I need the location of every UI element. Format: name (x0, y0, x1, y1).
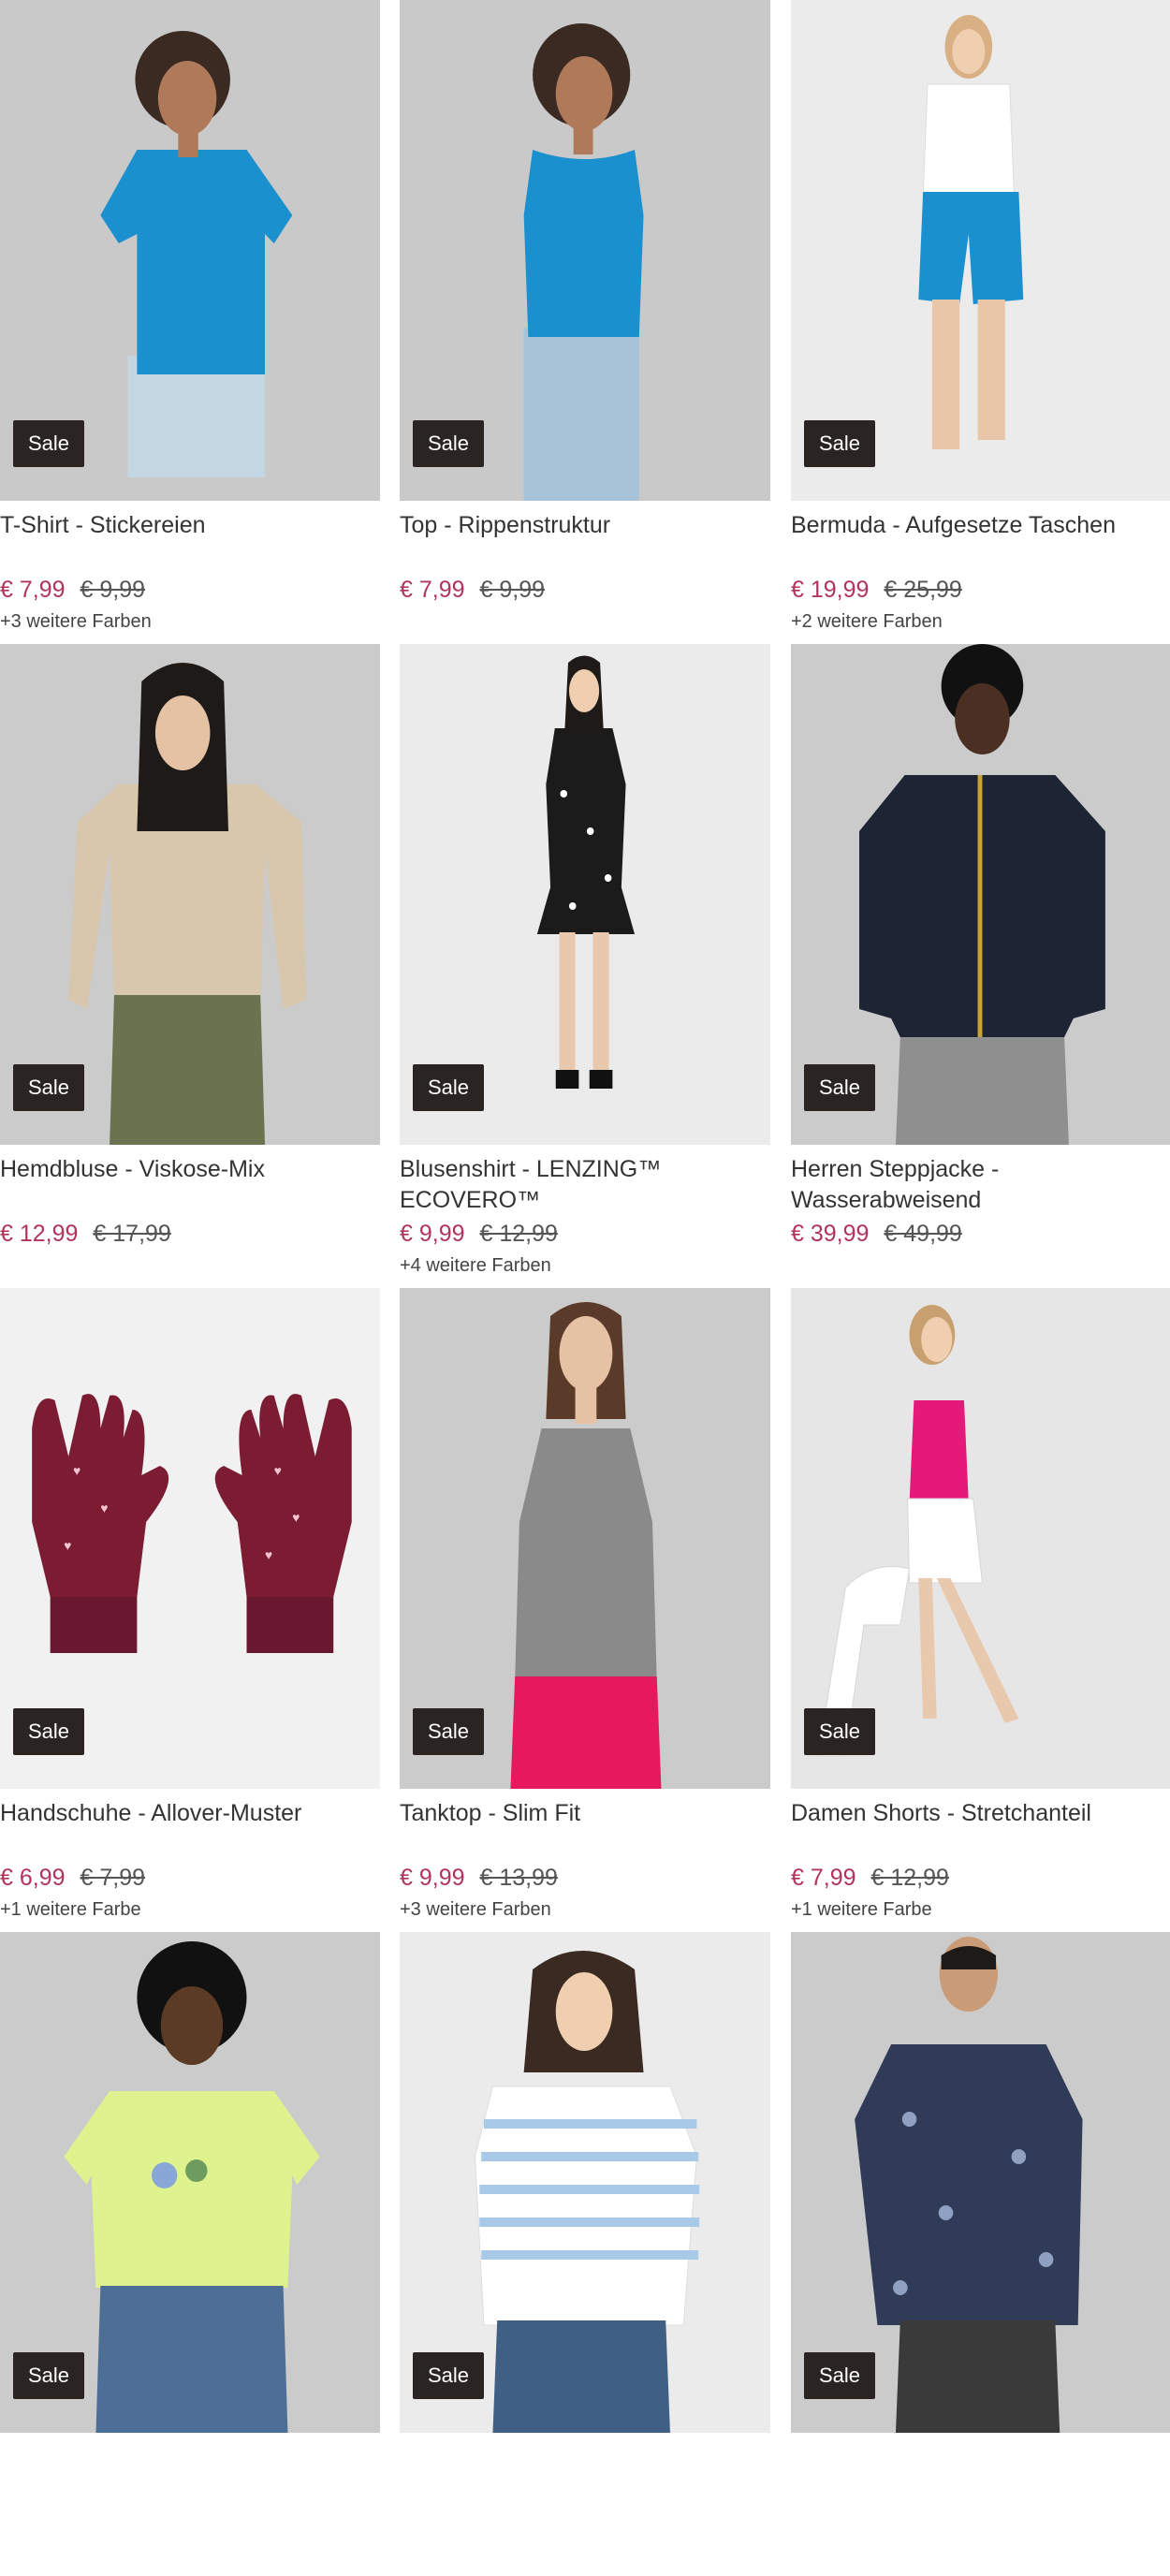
product-card[interactable]: Sale (0, 1932, 389, 2576)
product-card[interactable]: Sale Tanktop - Slim Fit € 9,99 € 13,99 +… (389, 1288, 781, 1932)
product-image[interactable]: Sale (400, 1288, 770, 1789)
sale-badge: Sale (804, 1064, 876, 1111)
product-image[interactable]: Sale (400, 0, 770, 501)
product-title[interactable]: Handschuhe - Allover-Muster (0, 1798, 380, 1860)
product-image[interactable]: Sale (0, 1932, 380, 2433)
product-card[interactable]: Sale T-Shirt - Stickereien € 7,99 € 9,99… (0, 0, 389, 644)
sale-price: € 12,99 (0, 1221, 79, 1247)
sale-badge: Sale (413, 1708, 485, 1755)
product-title[interactable]: Damen Shorts - Stretchanteil (791, 1798, 1170, 1860)
product-card[interactable]: Sale Blusenshirt - LENZING™ ECOVERO™ € 9… (389, 644, 781, 1288)
sale-price: € 39,99 (791, 1221, 870, 1247)
product-title[interactable]: Tanktop - Slim Fit (400, 1798, 770, 1860)
sale-badge: Sale (804, 420, 876, 467)
sale-price: € 9,99 (400, 1865, 465, 1891)
product-card[interactable]: Sale Bermuda - Aufgesetze Taschen € 19,9… (781, 0, 1170, 644)
svg-text:♥: ♥ (265, 1547, 272, 1562)
product-title[interactable]: Herren Steppjacke - Wasserabweisend (791, 1154, 1170, 1216)
product-image[interactable]: Sale (791, 1932, 1170, 2433)
original-price: € 13,99 (479, 1865, 558, 1891)
product-title[interactable]: T-Shirt - Stickereien (0, 510, 380, 572)
product-card[interactable]: Sale Herren Steppjacke - Wasserabweisend… (781, 644, 1170, 1288)
more-colors[interactable]: +3 weitere Farben (400, 1899, 770, 1921)
sale-badge: Sale (413, 420, 485, 467)
original-price: € 25,99 (884, 577, 962, 603)
original-price: € 12,99 (479, 1221, 558, 1247)
sale-badge: Sale (13, 420, 85, 467)
product-title[interactable]: Blusenshirt - LENZING™ ECOVERO™ (400, 1154, 770, 1216)
sale-price: € 7,99 (0, 577, 66, 603)
original-price: € 9,99 (80, 577, 146, 603)
original-price: € 49,99 (884, 1221, 962, 1247)
more-colors[interactable]: +4 weitere Farben (400, 1255, 770, 1277)
product-card[interactable]: Sale Hemdbluse - Viskose-Mix € 12,99 € 1… (0, 644, 389, 1288)
product-card[interactable]: Sale Damen Shorts - Stretchanteil € 7,99… (781, 1288, 1170, 1932)
product-title[interactable]: Top - Rippenstruktur (400, 510, 770, 572)
original-price: € 17,99 (93, 1221, 171, 1247)
original-price: € 7,99 (80, 1865, 146, 1891)
more-colors[interactable]: +1 weitere Farbe (791, 1899, 1170, 1921)
price-row: € 7,99 € 9,99 (400, 577, 770, 604)
sale-badge: Sale (413, 2352, 485, 2399)
sale-price: € 7,99 (791, 1865, 856, 1891)
price-row: € 12,99 € 17,99 (0, 1221, 380, 1248)
more-colors[interactable]: +3 weitere Farben (0, 611, 380, 633)
product-image[interactable]: ♥ ♥ ♥ ♥ ♥ ♥ Sale (0, 1288, 380, 1789)
sale-price: € 7,99 (400, 577, 465, 603)
price-row: € 7,99 € 9,99 (0, 577, 380, 604)
sale-price: € 6,99 (0, 1865, 66, 1891)
more-colors[interactable]: +1 weitere Farbe (0, 1899, 380, 1921)
product-title[interactable]: Bermuda - Aufgesetze Taschen (791, 510, 1170, 572)
price-row: € 6,99 € 7,99 (0, 1865, 380, 1892)
original-price: € 12,99 (870, 1865, 949, 1891)
svg-text:♥: ♥ (292, 1510, 300, 1525)
product-card[interactable]: Sale (781, 1932, 1170, 2576)
product-grid: Sale T-Shirt - Stickereien € 7,99 € 9,99… (0, 0, 1170, 2576)
product-image[interactable]: Sale (0, 0, 380, 501)
product-card[interactable]: ♥ ♥ ♥ ♥ ♥ ♥ Sale Handschuhe - Allover-Mu… (0, 1288, 389, 1932)
sale-badge: Sale (413, 1064, 485, 1111)
product-title[interactable]: Hemdbluse - Viskose-Mix (0, 1154, 380, 1216)
product-image[interactable]: Sale (400, 644, 770, 1145)
sale-price: € 9,99 (400, 1221, 465, 1247)
product-image[interactable]: Sale (791, 1288, 1170, 1789)
sale-badge: Sale (804, 1708, 876, 1755)
product-image[interactable]: Sale (400, 1932, 770, 2433)
product-image[interactable]: Sale (791, 644, 1170, 1145)
product-image[interactable]: Sale (791, 0, 1170, 501)
price-row: € 7,99 € 12,99 (791, 1865, 1170, 1892)
svg-text:♥: ♥ (64, 1538, 71, 1553)
price-row: € 39,99 € 49,99 (791, 1221, 1170, 1248)
sale-badge: Sale (13, 1708, 85, 1755)
original-price: € 9,99 (479, 577, 546, 603)
price-row: € 9,99 € 13,99 (400, 1865, 770, 1892)
svg-text:♥: ♥ (73, 1463, 80, 1478)
product-card[interactable]: Sale (389, 1932, 781, 2576)
product-image[interactable]: Sale (0, 644, 380, 1145)
sale-badge: Sale (804, 2352, 876, 2399)
svg-text:♥: ♥ (100, 1500, 108, 1515)
sale-price: € 19,99 (791, 577, 870, 603)
svg-text:♥: ♥ (274, 1463, 282, 1478)
more-colors[interactable]: +2 weitere Farben (791, 611, 1170, 633)
sale-badge: Sale (13, 2352, 85, 2399)
price-row: € 9,99 € 12,99 (400, 1221, 770, 1248)
sale-badge: Sale (13, 1064, 85, 1111)
price-row: € 19,99 € 25,99 (791, 577, 1170, 604)
product-card[interactable]: Sale Top - Rippenstruktur € 7,99 € 9,99 (389, 0, 781, 644)
